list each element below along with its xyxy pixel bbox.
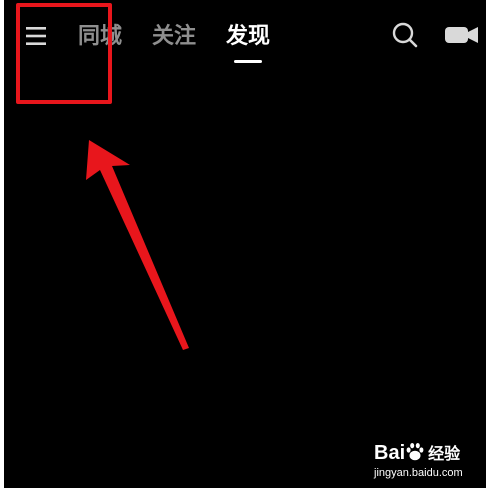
app-screen: 同城 关注 发现 Bai 经验 jingyan.baidu.com — [4, 0, 486, 488]
watermark-url: jingyan.baidu.com — [374, 467, 463, 479]
paw-icon — [406, 443, 424, 461]
baidu-jingyan-watermark: Bai 经验 jingyan.baidu.com — [374, 440, 484, 486]
watermark-brand: Bai 经验 — [374, 442, 461, 464]
pointer-arrow-icon — [86, 140, 189, 350]
